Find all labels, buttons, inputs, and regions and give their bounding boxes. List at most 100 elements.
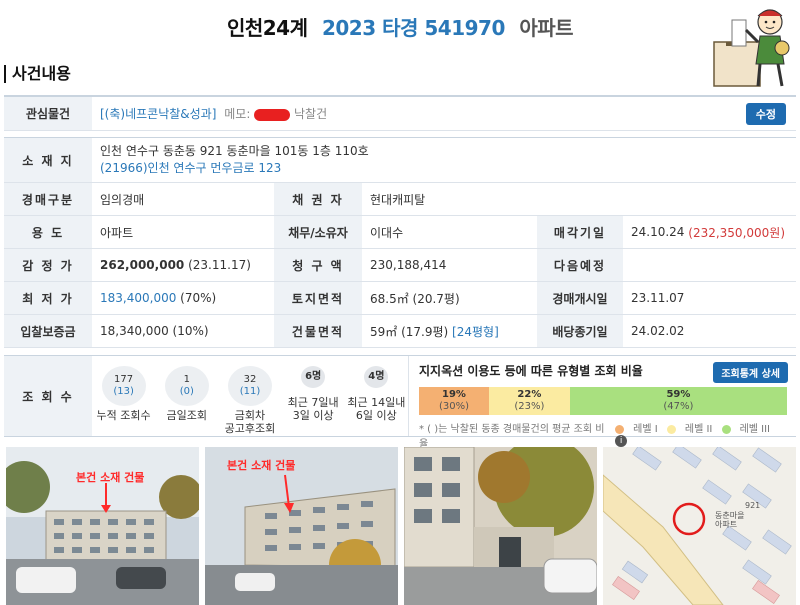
section-title: 사건내용 [4,65,71,83]
legend-label: 레벨 I [633,424,658,435]
legend-dot [721,424,731,434]
stat-caption: 금일조회 [166,409,208,422]
legend-dot [615,424,625,434]
next-label: 다음예정 [537,249,623,281]
interest-label: 관심물건 [4,97,92,130]
page-title: 인천24계 2023 타경 541970 아파트 [0,12,800,41]
ratio-bar: 19% (30%) 22% (23%) 59% (47%) [419,387,787,415]
legend-label: 레벨 III [739,424,770,435]
location-map[interactable]: 동춘마을 아파트 921 [603,447,796,605]
appraisal-date: (23.11.17) [188,258,251,272]
address-line1: 인천 연수구 동춘동 921 동춘마을 101동 1층 110호 [100,144,369,158]
photo-tag: 본건 소재 건물 [76,471,145,484]
photo-building-1[interactable]: 본건 소재 건물 [6,447,199,605]
legend-items: 레벨 I 레벨 II 레벨 III i [609,420,787,450]
legend-level2: 레벨 II [666,424,713,435]
stat-caption: 최근 7일내 3일 이상 [287,396,339,422]
min-price-value: 183,400,000 (70%) [92,282,274,314]
view-ratio-panel: 지지옥션 이용도 등에 따른 유형별 조회 비율 조회통계 상세 19% (30… [408,356,796,450]
views-label: 조 회 수 [4,356,92,436]
sale-date: 24.10.24 [631,225,685,239]
building-area-label: 건물면적 [274,315,362,347]
segment-pct: 22% [517,389,542,400]
sale-date-value: 24.10.24 (232,350,000원) [623,216,796,248]
stat-bubble: 177 (13) [101,366,146,406]
photo-building-2[interactable]: 본건 소재 건물 [205,447,398,605]
dividend-value: 24.02.02 [631,324,685,338]
stat-bubble: 6명 [301,366,326,388]
property-type: 아파트 [519,16,574,40]
land-area-value: 68.5㎡ (20.7평) [370,291,460,306]
case-number: 2023 타경 541970 [321,16,505,40]
row-deposit: 입찰보증금 18,340,000 (10%) 건물면적 59㎡ (17.9평) … [4,315,796,348]
map-image [603,447,796,605]
interest-value: [(축)네프콘낙찰&성과] 메모: 낙찰건 수정 [92,97,796,130]
appraisal-amount: 262,000,000 [100,258,185,272]
legend-level1: 레벨 I [615,424,658,435]
row-min-price: 최 저 가 183,400,000 (70%) 토지면적 68.5㎡ (20.7… [4,282,796,315]
legend-level3: 레벨 III [721,424,770,435]
address-line2[interactable]: (21966)인천 연수구 먼우금로 123 [100,160,281,177]
photo-entrance[interactable] [404,447,597,605]
memo-label: 메모: [224,107,251,121]
interest-owner[interactable]: [(축)네프콘낙찰&성과] [100,107,216,121]
map-label-lot: 921 [745,501,761,510]
creditor-label: 채 권 자 [274,183,362,215]
redacted-memo [254,108,291,121]
photo-tag: 본건 소재 건물 [227,459,296,472]
min-pct: (70%) [180,291,217,305]
stat-14days: 4명 최근 14일내 6일 이상 [346,366,406,422]
stat-bubble: 32 (11) [227,366,272,406]
interest-content: [(축)네프콘낙찰&성과] 메모: 낙찰건 [100,105,327,122]
ratio-segment-level2: 22% (23%) [488,387,570,415]
ratio-segment-level3: 59% (47%) [569,387,787,415]
creditor-value: 현대캐피탈 [370,192,426,207]
sale-price: (232,350,000원) [688,225,786,240]
stat-total: 177 (13) 누적 조회수 [94,366,154,422]
stat-notice: 32 (11) 금회차 공고후조회 [220,366,280,435]
sale-date-label: 매각기일 [537,216,623,248]
stat-main: 32 [243,374,257,385]
ratio-legend: * ( )는 낙찰된 동종 경매물건의 평균 조회 비율 레벨 I 레벨 II … [419,420,787,450]
entrance-photo [404,447,597,605]
start-date-label: 경매개시일 [537,282,623,314]
stat-caption: 금회차 공고후조회 [224,409,276,435]
row-auction-type: 경매구분 임의경매 채 권 자 현대캐피탈 [4,183,796,216]
views-section: 조 회 수 177 (13) 누적 조회수 1 (0) 금일조회 32 (11)… [4,355,796,450]
auction-type-value: 임의경매 [100,192,145,207]
min-price-label: 최 저 가 [4,282,92,314]
info-icon[interactable]: i [615,435,628,447]
segment-pct: 19% [441,389,466,400]
stat-sub: (0) [179,386,194,397]
legend-dot [666,424,676,434]
land-area-label: 토지면적 [274,282,362,314]
ratio-note: * ( )는 낙찰된 동종 경매물건의 평균 조회 비율 [419,424,605,450]
min-price: 183,400,000 [100,291,177,305]
auction-type-label: 경매구분 [4,183,92,215]
dividend-label: 배당종기일 [537,315,623,347]
stats-detail-button[interactable]: 조회통계 상세 [713,362,788,383]
appraisal-label: 감 정 가 [4,249,92,281]
case-info-table: 관심물건 [(축)네프콘낙찰&성과] 메모: 낙찰건 수정 소 재 지 인천 연… [4,95,796,348]
segment-pct: 59% [666,389,691,400]
next-value [623,249,796,281]
segment-sub: (47%) [663,401,694,412]
stat-bubble: 4명 [364,366,389,388]
memo-text: 낙찰건 [294,107,328,121]
segment-sub: (23%) [514,401,545,412]
appraisal-value: 262,000,000 (23.11.17) [92,249,274,281]
building-pyeong[interactable]: [24평형] [452,323,499,340]
usage-value: 아파트 [100,225,134,240]
legend-label: 레벨 II [684,424,713,435]
usage-label: 용 도 [4,216,92,248]
segment-sub: (30%) [438,401,469,412]
start-date-value: 23.11.07 [631,291,685,305]
row-usage: 용 도 아파트 채무/소유자 이대수 매각기일 24.10.24 (232,35… [4,216,796,249]
address-value: 인천 연수구 동춘동 921 동춘마을 101동 1층 110호 (21966)… [92,138,796,182]
court-name: 인천24계 [226,16,308,40]
stat-sub: (11) [239,386,261,397]
ratio-segment-level1: 19% (30%) [419,387,489,415]
address-row: 소 재 지 인천 연수구 동춘동 921 동춘마을 101동 1층 110호 (… [4,137,796,183]
edit-button[interactable]: 수정 [745,102,786,125]
stat-7days: 6명 최근 7일내 3일 이상 [283,366,343,422]
